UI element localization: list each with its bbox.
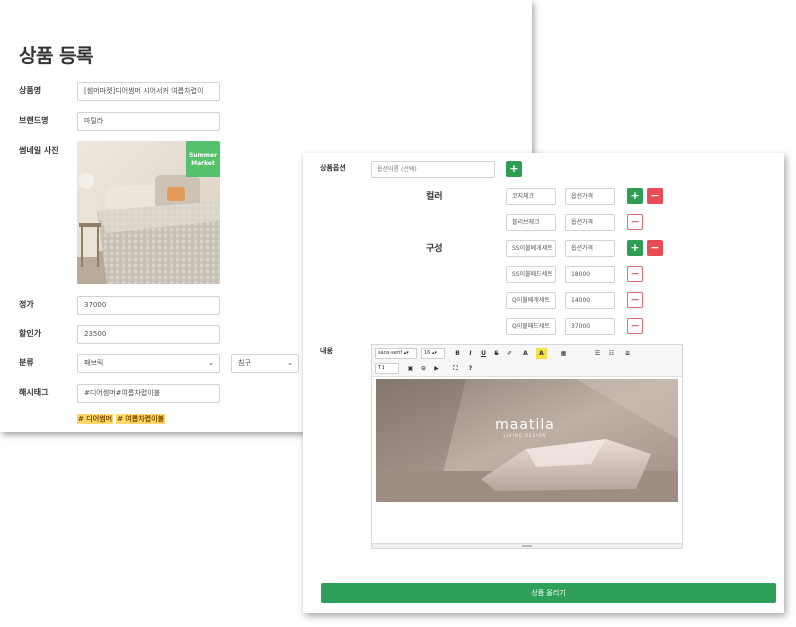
hashtag-chips: # 디어썸머 # 여름차렵이불 (77, 414, 168, 424)
help-icon[interactable]: ? (465, 363, 476, 374)
option-price-input[interactable]: 14000 (565, 292, 615, 309)
option-value-input[interactable]: 코지체크 (506, 188, 556, 205)
sale-price-input[interactable]: 23500 (77, 325, 220, 344)
image-icon[interactable]: ▣ (405, 363, 416, 374)
option-value-input[interactable]: SS이불베개세트 (506, 240, 556, 257)
font-size-value: 16 (424, 350, 431, 356)
remove-option-group-button[interactable]: − (647, 240, 663, 256)
subcategory-select-value: 침구 (238, 359, 251, 367)
product-detail-panel: 상품옵션 옵션이름 (선택) + 컬러 코지체크 옵션가격 + − 블리브체크 … (303, 153, 784, 613)
subcategory-select[interactable]: 침구 ⌄ (231, 354, 299, 373)
link-icon[interactable]: ⊝ (418, 363, 429, 374)
badge-line-1: Summer (188, 152, 218, 159)
content-label: 내용 (320, 347, 333, 355)
badge-line-2: Market (191, 160, 215, 167)
price-input[interactable]: 37000 (77, 296, 220, 315)
font-color-button[interactable]: A (520, 348, 531, 359)
bullet-list-icon[interactable]: ☰ (592, 348, 603, 359)
line-height-dropdown[interactable]: T↕ (375, 363, 399, 374)
remove-option-row-button[interactable]: − (627, 214, 643, 230)
remove-option-row-button[interactable]: − (627, 318, 643, 334)
brand-banner-photo: maatila LIVING DESIGN (376, 379, 678, 502)
hashtag-chip[interactable]: # 여름차렵이불 (116, 414, 166, 424)
option-group-title: 컬러 (426, 192, 443, 202)
fullscreen-icon[interactable]: ⛶ (450, 363, 461, 374)
thumbnail-label: 썸네일 사진 (19, 146, 59, 155)
sale-price-label: 할인가 (19, 329, 42, 338)
product-name-input[interactable]: [썸머마켓]디어썸머 시어서커 여름차렵이 (77, 82, 220, 101)
italic-button[interactable]: I (465, 348, 476, 359)
remove-option-group-button[interactable]: − (647, 188, 663, 204)
strikethrough-button[interactable]: S (491, 348, 502, 359)
hashtag-label: 해시태그 (19, 388, 49, 397)
line-height-value: T↕ (378, 365, 386, 371)
add-option-group-button[interactable]: + (506, 161, 522, 177)
remove-option-row-button[interactable]: − (627, 266, 643, 282)
svg-text:LIVING DESIGN: LIVING DESIGN (503, 433, 546, 438)
hashtag-chip[interactable]: # 디어썸머 (77, 414, 114, 424)
content-banner-image[interactable]: maatila LIVING DESIGN (376, 379, 678, 502)
summer-market-badge: Summer Market (186, 141, 220, 177)
font-family-dropdown[interactable]: sans-serif ▴▾ (375, 348, 417, 359)
font-size-dropdown[interactable]: 16 ▴▾ (421, 348, 445, 359)
option-value-input[interactable]: Q이불베개세트 (506, 292, 556, 309)
chevron-down-icon: ⌄ (208, 359, 214, 367)
bold-button[interactable]: B (452, 348, 463, 359)
brand-label: 브랜드명 (19, 116, 49, 125)
thumbnail-image[interactable]: Summer Market (77, 141, 220, 284)
options-label: 상품옵션 (320, 164, 346, 172)
brand-input[interactable]: 마틸라 (77, 112, 220, 131)
hashtag-input[interactable]: #디어썸머#여름차렵이불 (77, 384, 220, 403)
rich-text-editor[interactable]: sans-serif ▴▾ 16 ▴▾ B I U S ✐ A A ▦ ☰ ☷ … (371, 344, 683, 549)
option-price-input[interactable]: 옵션가격 (565, 188, 615, 205)
category-select[interactable]: 패브릭 ⌄ (77, 354, 220, 373)
add-option-row-button[interactable]: + (627, 188, 643, 204)
chevron-down-icon: ⌄ (287, 359, 293, 367)
option-value-input[interactable]: 블리브체크 (506, 214, 556, 231)
option-value-input[interactable]: Q이불패드세트 (506, 318, 556, 335)
option-name-input[interactable]: 옵션이름 (선택) (371, 161, 495, 178)
highlight-color-button[interactable]: A (536, 348, 547, 359)
eraser-icon[interactable]: ✐ (504, 348, 515, 359)
page-title: 상품 등록 (19, 45, 94, 67)
align-icon[interactable]: ≡ (622, 348, 633, 359)
option-value-input[interactable]: SS이불패드세트 (506, 266, 556, 283)
video-icon[interactable]: ▶ (431, 363, 442, 374)
font-family-value: sans-serif (378, 350, 403, 356)
option-name-placeholder: 옵션이름 (선택) (377, 166, 417, 173)
underline-button[interactable]: U (478, 348, 489, 359)
option-price-input[interactable]: 옵션가격 (565, 214, 615, 231)
option-price-input[interactable]: 37000 (565, 318, 615, 335)
option-price-input[interactable]: 18000 (565, 266, 615, 283)
remove-option-row-button[interactable]: − (627, 292, 643, 308)
editor-resize-handle[interactable] (372, 543, 682, 548)
svg-text:maatila: maatila (495, 417, 555, 433)
price-label: 정가 (19, 300, 34, 309)
screenshot-stage: 상품 등록 상품명 [썸머마켓]디어썸머 시어서커 여름차렵이 브랜드명 마틸라… (0, 0, 796, 627)
submit-product-button[interactable]: 상품 올리기 (321, 583, 776, 603)
table-icon[interactable]: ▦ (558, 348, 569, 359)
option-group-title: 구성 (426, 244, 443, 254)
category-select-value: 패브릭 (84, 359, 104, 367)
ordered-list-icon[interactable]: ☷ (606, 348, 617, 359)
category-label: 분류 (19, 358, 34, 367)
editor-toolbar: sans-serif ▴▾ 16 ▴▾ B I U S ✐ A A ▦ ☰ ☷ … (372, 345, 682, 377)
option-price-input[interactable]: 옵션가격 (565, 240, 615, 257)
add-option-row-button[interactable]: + (627, 240, 643, 256)
product-name-label: 상품명 (19, 86, 42, 95)
